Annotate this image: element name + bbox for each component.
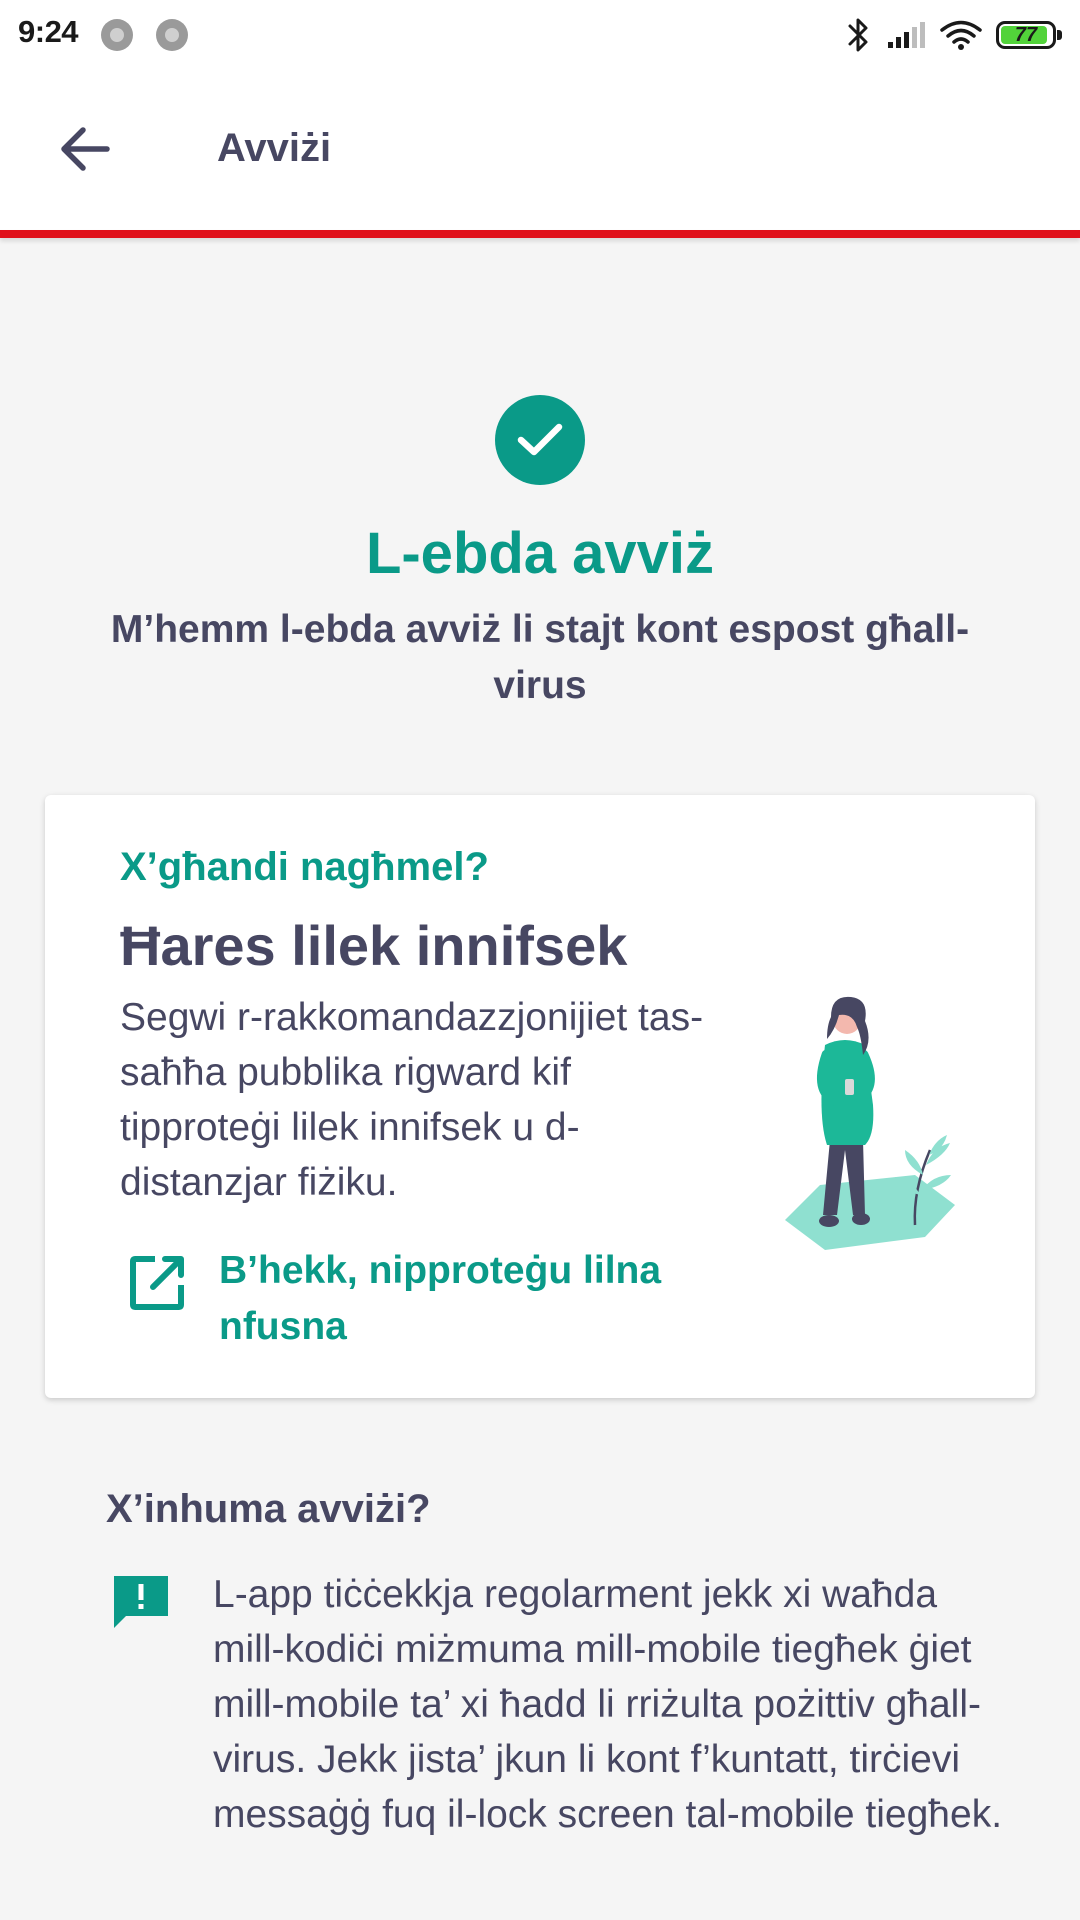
record-icon: [101, 19, 133, 51]
alert-message-icon: [114, 1576, 168, 1628]
battery-level: 77: [1014, 24, 1038, 46]
status-title: L-ebda avviż: [365, 521, 715, 586]
info-heading: X’inhuma avviżi?: [106, 1487, 431, 1531]
status-icons: 77: [846, 14, 1062, 56]
info-text: L-app tiċċekkja regolarment jekk xi waħd…: [213, 1573, 1003, 1836]
check-icon: [495, 395, 585, 485]
battery-icon: 77: [996, 21, 1062, 49]
status-subtitle: M’hemm l-ebda avviż li stajt kont espost…: [110, 608, 970, 707]
record-icon: [156, 19, 188, 51]
card-eyebrow: X’għandi nagħmel?: [120, 845, 489, 889]
app-bar: Avviżi: [0, 70, 1080, 230]
status-time: 9:24: [18, 14, 79, 49]
protect-link-label: B’hekk, nipproteġu lilna nfusna: [219, 1249, 662, 1348]
wifi-icon: [940, 20, 982, 50]
bluetooth-icon: [848, 18, 868, 52]
card-body: Segwi r-rakkomandazzjonijiet tas-saħħa p…: [120, 996, 704, 1204]
woman-with-phone-illustration: [785, 996, 955, 1250]
open-external-icon: [130, 1256, 184, 1310]
status-bar: 9:24 77: [0, 0, 1080, 70]
page-title: Avviżi: [217, 126, 332, 170]
protect-yourself-card: X’għandi nagħmel? Ħares lilek innifsek S…: [45, 795, 1035, 1398]
arrow-left-icon: [61, 127, 110, 171]
header-divider: [0, 230, 1080, 238]
back-button[interactable]: [40, 112, 130, 186]
card-heading: Ħares lilek innifsek: [120, 914, 628, 977]
signal-icon: [888, 22, 925, 48]
protect-link[interactable]: B’hekk, nipproteġu lilna nfusna: [125, 1243, 765, 1355]
